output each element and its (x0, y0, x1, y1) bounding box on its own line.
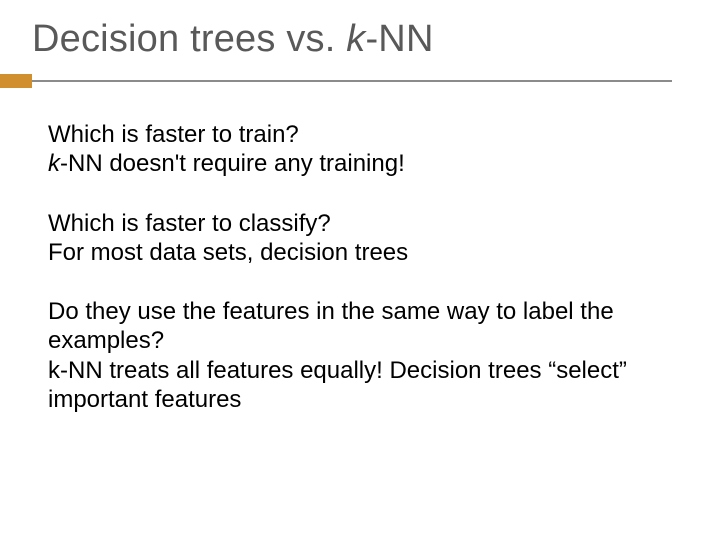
slide: Decision trees vs. k-NN Which is faster … (0, 0, 720, 540)
question-features: Do they use the features in the same way… (48, 297, 680, 356)
answer-train-rest: -NN doesn't require any training! (60, 150, 405, 177)
answer-train-ital: k (48, 150, 60, 177)
block-train: Which is faster to train? k-NN doesn't r… (48, 120, 680, 179)
title-pre: Decision trees vs. (32, 18, 346, 60)
title-post: -NN (365, 18, 433, 60)
accent-block (0, 74, 32, 88)
title-ital: k (346, 18, 365, 60)
answer-classify: For most data sets, decision trees (48, 238, 680, 267)
question-train: Which is faster to train? (48, 120, 680, 149)
slide-title: Decision trees vs. k-NN (0, 0, 720, 61)
block-classify: Which is faster to classify? For most da… (48, 209, 680, 268)
answer-train: k-NN doesn't require any training! (48, 149, 680, 178)
question-classify: Which is faster to classify? (48, 209, 680, 238)
slide-body: Which is faster to train? k-NN doesn't r… (48, 120, 680, 444)
answer-features: k-NN treats all features equally! Decisi… (48, 356, 680, 415)
divider-line (32, 80, 672, 82)
block-features: Do they use the features in the same way… (48, 297, 680, 414)
